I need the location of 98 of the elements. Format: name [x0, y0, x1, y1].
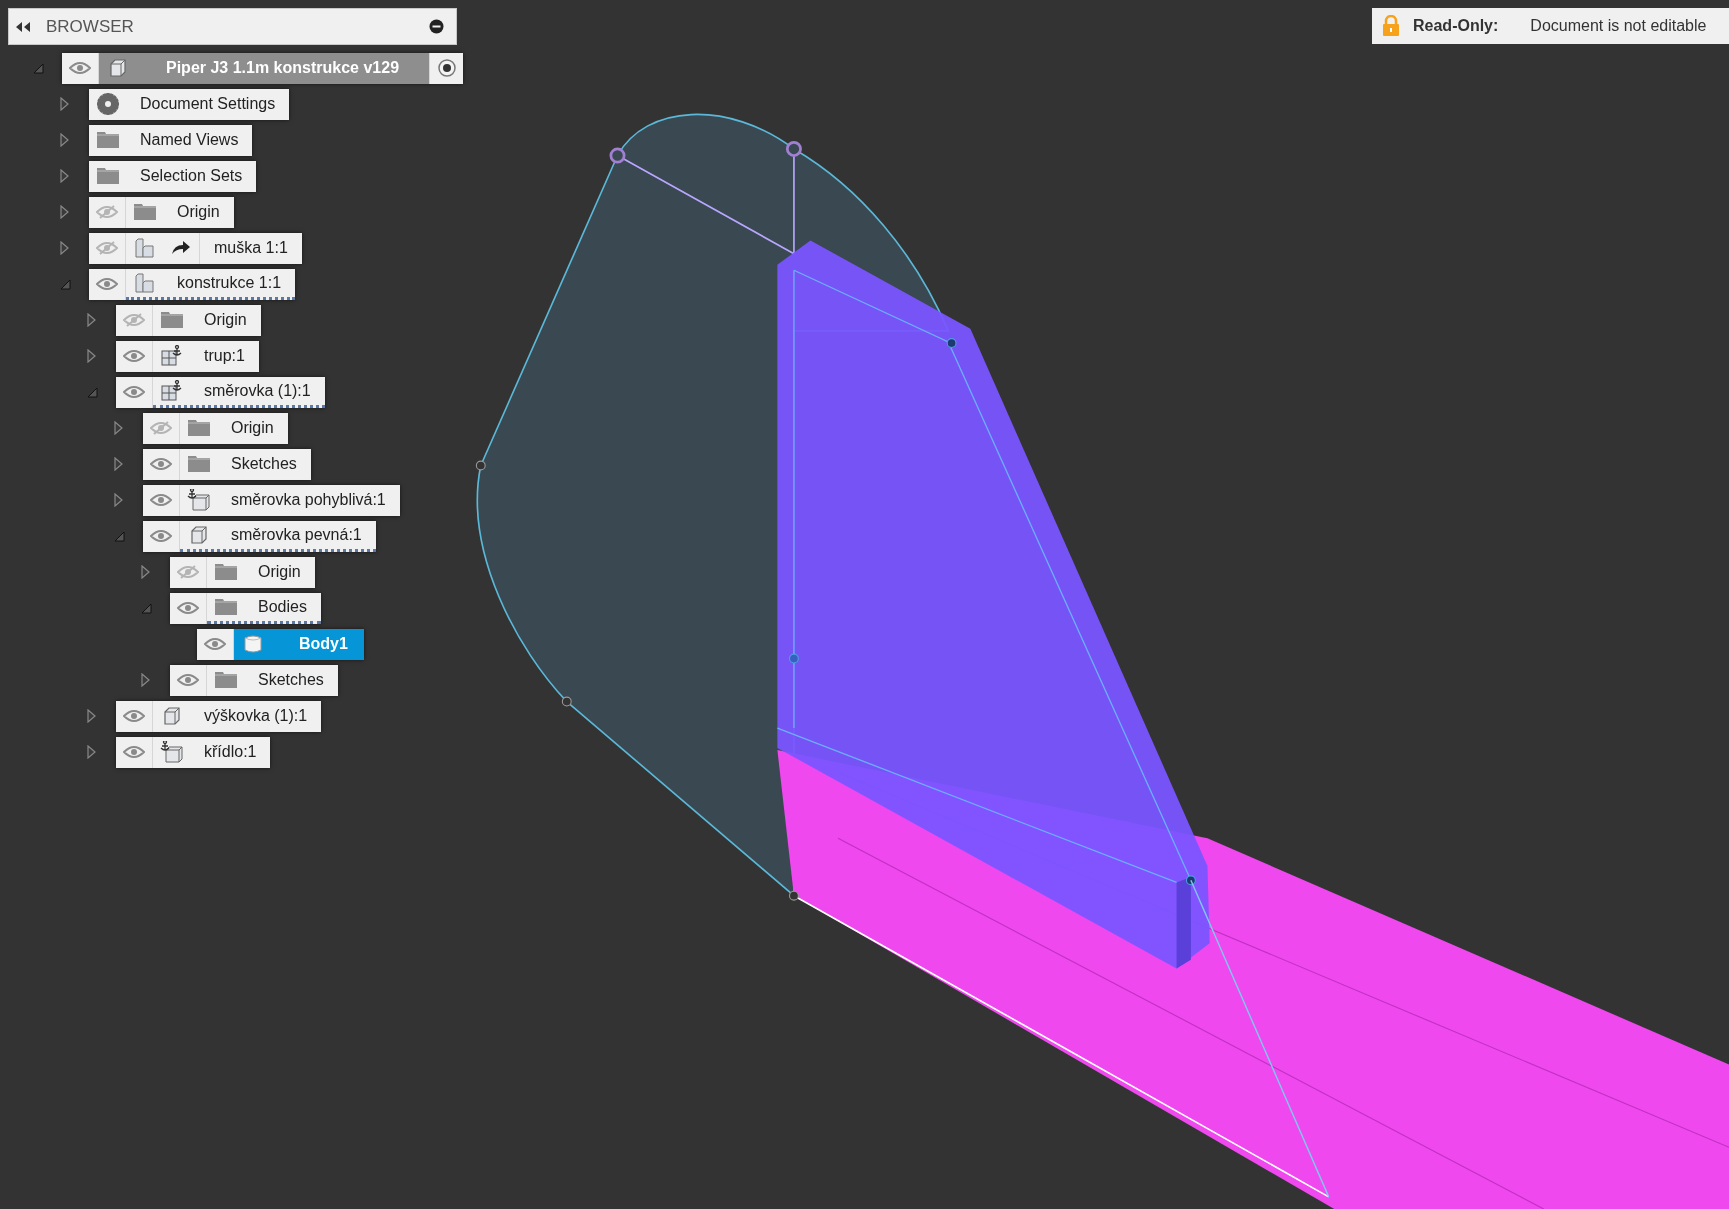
- tree-item[interactable]: směrovka (1):1: [116, 376, 325, 408]
- cube-icon: [161, 706, 182, 726]
- collapse-triangle-icon[interactable]: [60, 278, 71, 290]
- cylinder-icon: [242, 634, 263, 654]
- expand-triangle-icon[interactable]: [60, 133, 69, 147]
- eye-off-icon[interactable]: [123, 313, 145, 327]
- tree-item-label: křídlo:1: [203, 742, 258, 762]
- tree-item[interactable]: Sketches: [143, 448, 311, 480]
- eye-off-icon[interactable]: [150, 421, 172, 435]
- read-only-label: Read-Only:: [1413, 16, 1499, 36]
- expand-triangle-icon[interactable]: [141, 565, 150, 579]
- cube-anchor-icon: [159, 741, 184, 763]
- tree-item-label: výškovka (1):1: [203, 706, 309, 726]
- tree-item-label: Document Settings: [139, 94, 277, 114]
- tree-item[interactable]: Selection Sets: [89, 160, 257, 192]
- eye-off-icon[interactable]: [96, 241, 118, 255]
- components-icon: [133, 271, 156, 294]
- eye-icon[interactable]: [150, 529, 172, 543]
- folder-icon: [95, 167, 120, 185]
- folder-icon: [213, 597, 238, 616]
- read-only-message: Document is not editable: [1530, 16, 1707, 36]
- grid-anchor-icon: [159, 345, 184, 367]
- collapse-triangle-icon[interactable]: [87, 386, 98, 398]
- tree-item[interactable]: směrovka pohyblivá:1: [143, 484, 400, 516]
- eye-icon[interactable]: [177, 601, 199, 615]
- eye-icon[interactable]: [123, 745, 145, 759]
- expand-triangle-icon[interactable]: [60, 169, 69, 183]
- expand-triangle-icon[interactable]: [87, 745, 96, 759]
- tree-item[interactable]: Origin: [143, 412, 288, 444]
- minus-circle-icon[interactable]: [429, 19, 444, 34]
- expand-triangle-icon[interactable]: [114, 421, 123, 435]
- eye-off-icon[interactable]: [96, 205, 118, 219]
- folder-icon: [213, 563, 238, 581]
- radio-icon[interactable]: [437, 59, 456, 77]
- tree-item-label: Origin: [176, 202, 221, 222]
- tree-item-label: muška 1:1: [213, 238, 289, 258]
- folder-icon: [186, 419, 211, 437]
- tree-item-label: trup:1: [203, 346, 246, 366]
- eye-icon[interactable]: [150, 493, 172, 507]
- cube-icon: [188, 524, 209, 545]
- eye-off-icon[interactable]: [177, 565, 199, 579]
- expand-triangle-icon[interactable]: [141, 673, 150, 687]
- expand-triangle-icon[interactable]: [114, 457, 123, 471]
- expand-triangle-icon[interactable]: [60, 97, 69, 111]
- folder-icon: [186, 455, 211, 473]
- grid-anchor-icon: [159, 379, 184, 402]
- tree-item-label: směrovka pohyblivá:1: [230, 490, 387, 510]
- tree-item-label: konstrukce 1:1: [176, 272, 283, 293]
- cube-anchor-icon: [186, 489, 211, 511]
- tree-item-label: směrovka (1):1: [203, 380, 312, 401]
- expand-triangle-icon[interactable]: [60, 205, 69, 219]
- tree-item[interactable]: křídlo:1: [116, 736, 271, 768]
- tree-item[interactable]: výškovka (1):1: [116, 700, 322, 732]
- cube-icon: [107, 58, 128, 78]
- components-icon: [133, 237, 156, 259]
- double-chevron-left-icon[interactable]: [15, 20, 31, 33]
- expand-triangle-icon[interactable]: [87, 349, 96, 363]
- eye-icon[interactable]: [123, 349, 145, 363]
- folder-icon: [159, 311, 184, 329]
- expand-triangle-icon[interactable]: [114, 493, 123, 507]
- eye-icon[interactable]: [204, 637, 226, 651]
- folder-icon: [95, 131, 120, 149]
- tree-item-label: Origin: [203, 310, 248, 330]
- eye-icon[interactable]: [69, 61, 91, 75]
- expand-triangle-icon[interactable]: [87, 313, 96, 327]
- lock-icon: [1382, 15, 1400, 37]
- expand-triangle-icon[interactable]: [87, 709, 96, 723]
- browser-title: BROWSER: [46, 15, 134, 38]
- tree-item[interactable]: konstrukce 1:1: [89, 268, 296, 300]
- tree-item[interactable]: Bodies: [170, 592, 321, 624]
- collapse-triangle-icon[interactable]: [141, 602, 152, 614]
- eye-icon[interactable]: [123, 709, 145, 723]
- folder-icon: [213, 671, 238, 689]
- tree-item-label: Selection Sets: [139, 166, 244, 186]
- collapse-triangle-icon[interactable]: [114, 530, 125, 542]
- eye-icon[interactable]: [150, 457, 172, 471]
- tree-item-label: směrovka pevná:1: [230, 524, 363, 545]
- tree-item-label: Named Views: [139, 130, 240, 150]
- folder-icon: [132, 203, 157, 221]
- tree-item[interactable]: Named Views: [89, 124, 253, 156]
- tree-item-label: Sketches: [257, 670, 325, 690]
- tree-item[interactable]: Origin: [116, 304, 261, 336]
- tree-item[interactable]: Origin: [170, 556, 315, 588]
- eye-icon[interactable]: [96, 277, 118, 291]
- collapse-triangle-icon[interactable]: [33, 62, 44, 74]
- tree-item[interactable]: směrovka pevná:1: [143, 520, 376, 552]
- eye-icon[interactable]: [123, 385, 145, 399]
- tree-item[interactable]: Sketches: [170, 664, 338, 696]
- tree-item-label: Bodies: [257, 596, 308, 617]
- tree-item[interactable]: trup:1: [116, 340, 259, 372]
- expand-triangle-icon[interactable]: [60, 241, 69, 255]
- tree-item[interactable]: muška 1:1: [89, 232, 302, 264]
- tree-item-label: Origin: [257, 562, 302, 582]
- tree-item[interactable]: Origin: [89, 196, 234, 228]
- eye-icon[interactable]: [177, 673, 199, 687]
- tree-item-label: Origin: [230, 418, 275, 438]
- tree-item[interactable]: Document Settings: [89, 88, 290, 120]
- tree-item-label: Sketches: [230, 454, 298, 474]
